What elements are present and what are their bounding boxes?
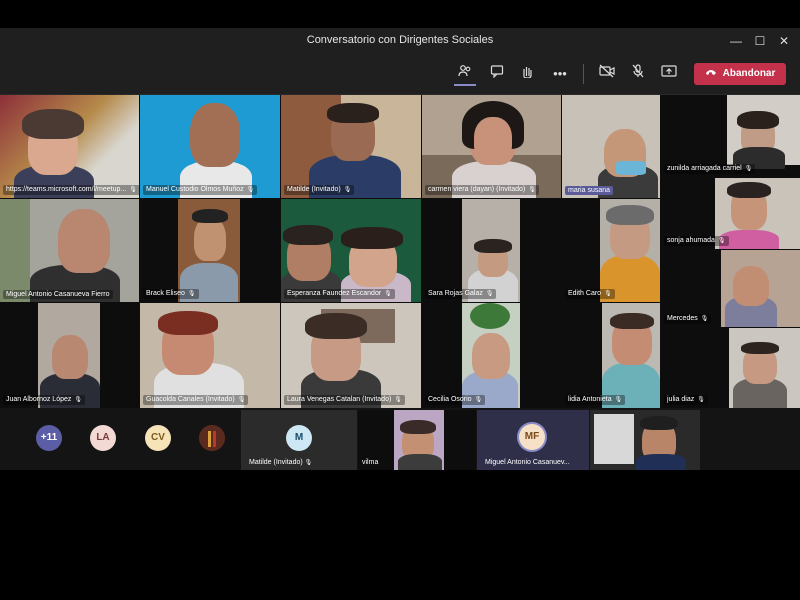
- participant-name: Juan Albornoz López 🎙: [3, 395, 86, 405]
- participant-name: Sara Rojas Galaz 🎙: [425, 289, 497, 299]
- leave-button[interactable]: Abandonar: [694, 63, 786, 85]
- mic-icon: 🎙: [187, 291, 196, 297]
- window-title: Conversatorio con Dirigentes Sociales: [306, 34, 494, 46]
- mic-off-icon: 🎙: [304, 460, 313, 466]
- participant-tile[interactable]: https://teams.microsoft.com/l/meetup... 🎙: [0, 95, 139, 198]
- share-icon[interactable]: [658, 64, 680, 84]
- participant-name: Cecilia Osorio 🎙: [425, 395, 486, 405]
- empty-background: [0, 470, 800, 600]
- mic-icon: 🎙: [614, 397, 623, 403]
- toolbar-divider: [583, 64, 584, 84]
- participant-tile[interactable]: Edith Caro 🎙: [562, 199, 660, 302]
- raise-hand-icon[interactable]: [516, 64, 538, 84]
- participant-name: Laura Venegas Catalan (Invitado) 🎙: [284, 395, 405, 405]
- mic-icon: 🎙: [384, 291, 392, 297]
- participant-name: carmen viera (dayan) (Invitado) 🎙: [425, 185, 539, 195]
- participant-tile[interactable]: vilma: [358, 410, 476, 470]
- avatar[interactable]: LA: [90, 425, 116, 451]
- participant-name: Esperanza Faundez Escandor 🎙: [284, 289, 395, 299]
- participant-name: Matilde (Invitado) 🎙: [284, 185, 355, 195]
- minimize-button[interactable]: —: [728, 33, 744, 49]
- participant-name: zunilda arriagada carriel 🎙: [664, 164, 756, 174]
- avatar[interactable]: CV: [145, 425, 171, 451]
- participant-name: lidia Antonieta 🎙: [565, 395, 626, 405]
- participant-tile[interactable]: Manuel Custodio Olmos Muñoz 🎙: [140, 95, 280, 198]
- participant-tile[interactable]: Matilde (Invitado) 🎙: [281, 95, 421, 198]
- participant-tile[interactable]: Laura Venegas Catalan (Invitado) 🎙: [281, 303, 421, 408]
- leave-label: Abandonar: [722, 68, 776, 79]
- participant-tile[interactable]: MF Miguel Antonio Casanuev...: [477, 410, 589, 470]
- participant-tile[interactable]: sonja ahumada 🎙: [661, 178, 800, 249]
- participant-name: Mercedes 🎙: [664, 314, 712, 324]
- mic-icon: 🎙: [485, 291, 494, 297]
- mic-icon: 🎙: [604, 291, 612, 297]
- maximize-button[interactable]: ☐: [752, 33, 768, 49]
- participant-tile[interactable]: Miguel Antonio Casanueva Fierro: [0, 199, 139, 302]
- participant-name: Edith Caro 🎙: [565, 289, 615, 299]
- phone-icon: [705, 63, 717, 85]
- participant-name: Miguel Antonio Casanueva Fierro: [3, 290, 113, 299]
- participant-name: Miguel Antonio Casanuev...: [485, 459, 570, 466]
- participant-tile[interactable]: lidia Antonieta 🎙: [562, 303, 660, 408]
- participant-tile[interactable]: carmen viera (dayan) (Invitado) 🎙: [422, 95, 561, 198]
- participant-tile[interactable]: M Matilde (Invitado) 🎙: [241, 410, 357, 470]
- participant-name: vilma: [362, 459, 379, 466]
- mic-icon: 🎙: [394, 397, 402, 403]
- participant-name: julia diaz 🎙: [664, 395, 708, 405]
- overflow-count-badge[interactable]: +11: [36, 425, 62, 451]
- participant-tile[interactable]: Esperanza Faundez Escandor 🎙: [281, 199, 421, 302]
- close-button[interactable]: ✕: [776, 33, 792, 49]
- participant-name: maria susana: [565, 186, 614, 195]
- participant-name: Brack Eliseo 🎙: [143, 289, 199, 299]
- participant-tile[interactable]: Juan Albornoz López 🎙: [0, 303, 139, 408]
- more-icon[interactable]: •••: [549, 64, 571, 84]
- participant-tile[interactable]: Mercedes 🎙: [661, 250, 800, 327]
- mic-icon: 🎙: [237, 397, 246, 403]
- mic-icon: 🎙: [697, 397, 705, 403]
- participant-tile[interactable]: maria susana: [562, 95, 660, 198]
- mic-icon: 🎙: [246, 187, 255, 193]
- participant-name: Matilde (Invitado) 🎙: [249, 459, 313, 466]
- participant-tile[interactable]: [590, 410, 700, 470]
- participant-tile[interactable]: julia diaz 🎙: [661, 328, 800, 408]
- mic-off-icon[interactable]: [627, 64, 649, 84]
- mic-icon: 🎙: [74, 397, 83, 403]
- mic-icon: 🎙: [744, 166, 753, 172]
- participant-name: https://teams.microsoft.com/l/meetup... 🎙: [3, 185, 139, 195]
- participant-tile[interactable]: Sara Rojas Galaz 🎙: [422, 199, 520, 302]
- mic-icon: 🎙: [528, 187, 536, 193]
- participant-tile[interactable]: zunilda arriagada carriel 🎙: [661, 95, 800, 177]
- participant-tile[interactable]: Cecilia Osorio 🎙: [422, 303, 520, 408]
- participant-name: Manuel Custodio Olmos Muñoz 🎙: [143, 185, 258, 195]
- mic-icon: 🎙: [129, 187, 137, 193]
- avatar: M: [286, 425, 312, 451]
- participants-icon[interactable]: [454, 64, 476, 86]
- mic-icon: 🎙: [717, 238, 726, 244]
- meeting-toolbar: ••• Abandonar: [0, 54, 800, 95]
- participant-tile[interactable]: Brack Eliseo 🎙: [140, 199, 280, 302]
- participant-name: sonja ahumada 🎙: [664, 236, 729, 246]
- mic-icon: 🎙: [700, 316, 709, 322]
- participant-tile[interactable]: Guacolda Canales (Invitado) 🎙: [140, 303, 280, 408]
- mic-icon: 🎙: [343, 187, 352, 193]
- avatar: MF: [519, 424, 545, 450]
- camera-off-icon[interactable]: [596, 64, 618, 84]
- chat-icon[interactable]: [486, 64, 508, 84]
- avatar-photo[interactable]: [199, 425, 225, 451]
- participant-name: Guacolda Canales (Invitado) 🎙: [143, 395, 249, 405]
- mic-icon: 🎙: [474, 397, 483, 403]
- title-bar: Conversatorio con Dirigentes Sociales — …: [0, 28, 800, 54]
